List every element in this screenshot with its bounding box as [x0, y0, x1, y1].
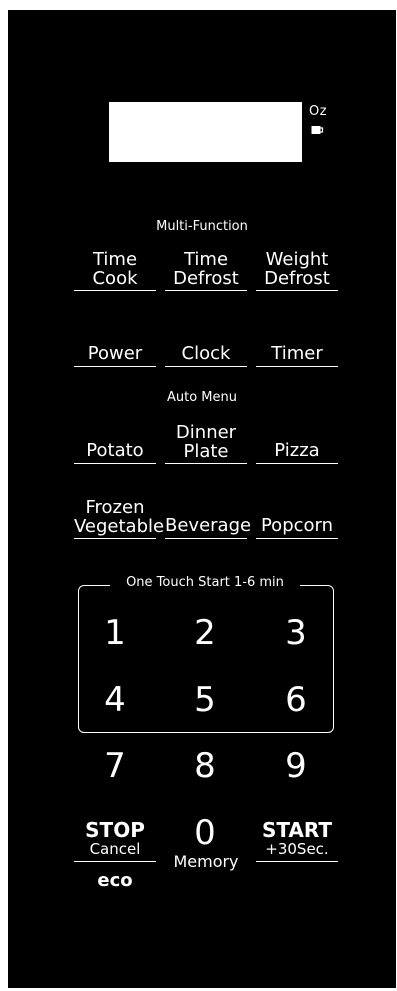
- number-9-button[interactable]: 9: [266, 747, 326, 785]
- timer-button[interactable]: Timer: [256, 324, 338, 367]
- underline: [165, 290, 247, 291]
- underline: [256, 463, 338, 464]
- number-5-button[interactable]: 5: [175, 681, 235, 719]
- potato-label: Potato: [86, 440, 144, 461]
- number-8-button[interactable]: 8: [175, 747, 235, 785]
- number-6-button[interactable]: 6: [266, 681, 326, 719]
- time-defrost-label-line1: Time: [183, 249, 229, 270]
- clock-label: Clock: [181, 343, 231, 364]
- section-label-auto-menu: Auto Menu: [166, 390, 237, 405]
- memory-label[interactable]: Memory: [160, 852, 252, 871]
- underline: [165, 366, 247, 367]
- number-0-button[interactable]: 0: [175, 814, 235, 852]
- lcd-display: [109, 102, 302, 162]
- time-defrost-button[interactable]: Time Defrost: [165, 248, 247, 291]
- underline: [74, 538, 156, 539]
- underline: [165, 463, 247, 464]
- clock-button[interactable]: Clock: [165, 324, 247, 367]
- control-panel: Oz Multi-Function Time Cook Time Defrost…: [8, 10, 396, 988]
- pizza-button[interactable]: Pizza: [256, 421, 338, 464]
- underline: [74, 861, 156, 862]
- popcorn-label: Popcorn: [260, 515, 334, 536]
- stop-label: STOP: [85, 818, 145, 842]
- plus30-label: +30Sec.: [265, 840, 329, 858]
- underline: [74, 366, 156, 367]
- frozen-vegetable-label-line2: Vegetable: [74, 516, 165, 537]
- beverage-label: Beverage: [165, 515, 252, 536]
- power-label: Power: [87, 343, 143, 364]
- underline: [74, 290, 156, 291]
- underline: [74, 463, 156, 464]
- underline: [256, 366, 338, 367]
- number-1-button[interactable]: 1: [85, 614, 145, 652]
- underline: [256, 861, 338, 862]
- power-button[interactable]: Power: [74, 324, 156, 367]
- weight-defrost-label-line1: Weight: [265, 249, 329, 270]
- time-defrost-label-line2: Defrost: [173, 268, 239, 289]
- potato-button[interactable]: Potato: [74, 421, 156, 464]
- time-cook-button[interactable]: Time Cook: [74, 248, 156, 291]
- frozen-vegetable-button[interactable]: Frozen Vegetable: [74, 496, 165, 539]
- underline: [256, 538, 338, 539]
- weight-defrost-label-line2: Defrost: [264, 268, 330, 289]
- stop-cancel-button[interactable]: STOP Cancel: [74, 815, 156, 862]
- start-plus30-button[interactable]: START +30Sec.: [256, 815, 338, 862]
- beverage-button[interactable]: Beverage: [165, 496, 252, 539]
- cancel-label: Cancel: [89, 840, 141, 858]
- timer-label: Timer: [271, 343, 323, 364]
- number-3-button[interactable]: 3: [266, 614, 326, 652]
- dinner-plate-button[interactable]: Dinner Plate: [165, 421, 247, 464]
- section-label-multi-function: Multi-Function: [156, 219, 248, 234]
- pizza-label: Pizza: [274, 440, 320, 461]
- cup-icon: [311, 126, 324, 134]
- popcorn-button[interactable]: Popcorn: [256, 496, 338, 539]
- underline: [165, 538, 247, 539]
- eco-button[interactable]: eco: [74, 870, 156, 891]
- frozen-vegetable-label-line1: Frozen: [85, 497, 145, 518]
- dinner-plate-label-line1: Dinner: [175, 422, 237, 443]
- number-4-button[interactable]: 4: [85, 681, 145, 719]
- oz-indicator: Oz: [309, 104, 328, 119]
- underline: [256, 290, 338, 291]
- time-cook-label-line1: Time: [92, 249, 138, 270]
- time-cook-label-line2: Cook: [92, 268, 138, 289]
- dinner-plate-label-line2: Plate: [183, 441, 229, 462]
- weight-defrost-button[interactable]: Weight Defrost: [256, 248, 338, 291]
- start-label: START: [261, 818, 333, 842]
- number-7-button[interactable]: 7: [85, 747, 145, 785]
- section-label-one-touch: One Touch Start 1-6 min: [110, 575, 300, 590]
- number-2-button[interactable]: 2: [175, 614, 235, 652]
